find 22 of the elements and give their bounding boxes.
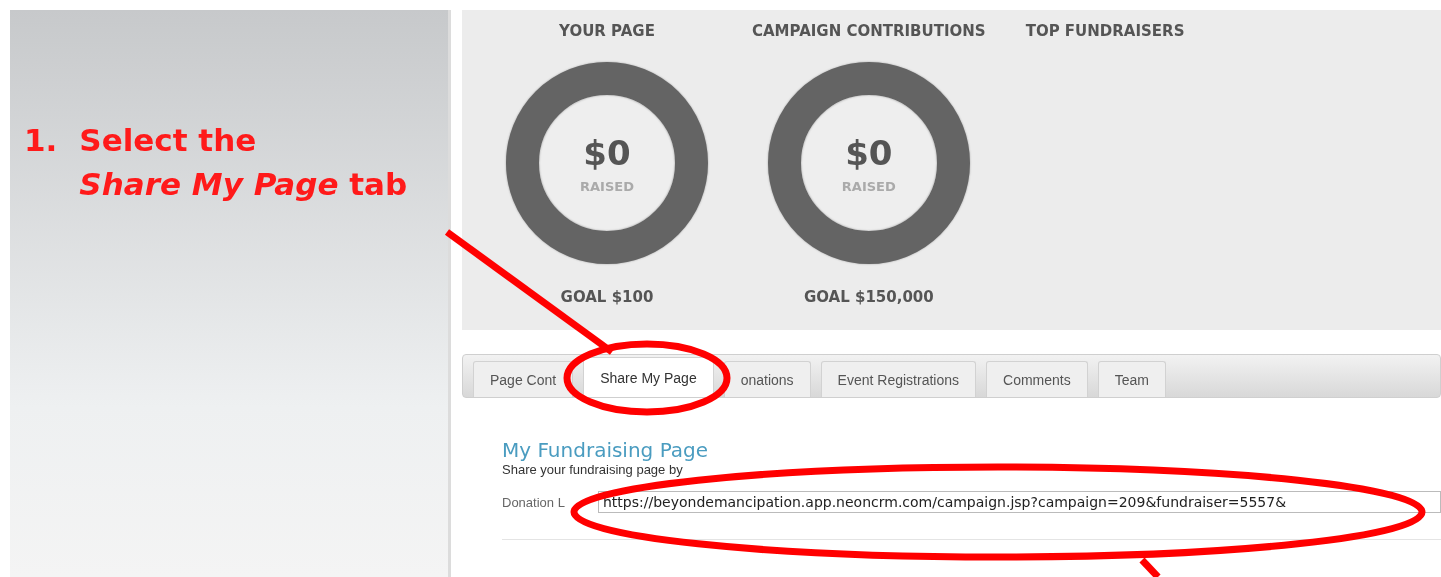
tab[interactable]: Share My Page [583, 357, 714, 397]
goal-label: GOAL $100 [560, 288, 654, 306]
raised-label: RAISED [580, 178, 634, 194]
tab[interactable]: Page Cont [473, 361, 574, 397]
stat-title: YOUR PAGE [559, 22, 655, 40]
description-text: Share your fundraising page by [502, 462, 684, 477]
tab[interactable]: Team [1097, 361, 1166, 397]
donation-link-field[interactable]: https://beyondemancipation.app.neoncrm.com/campaign.jsp?campaign=209&fundraiser=5557& [598, 491, 1441, 513]
goal-label: GOAL $150,000 [803, 288, 934, 306]
raised-amount: $0 [845, 132, 893, 173]
tab[interactable]: Event Registrations [820, 361, 976, 397]
section-title: My Fundraising Page [502, 438, 710, 462]
tab[interactable]: Comments [986, 361, 1088, 397]
field-label: Donation L [502, 494, 566, 510]
tab[interactable]: onations [723, 361, 811, 397]
raised-label: RAISED [841, 178, 896, 194]
instruction-text: Share My Page tab [79, 166, 408, 202]
stat-title: TOP FUNDRAISERS [1025, 22, 1185, 40]
step-number: 1. [24, 122, 58, 160]
raised-amount: $0 [583, 132, 631, 173]
stat-title: CAMPAIGN CONTRIBUTIONS [752, 22, 986, 40]
instruction-text: Select the [79, 122, 258, 158]
